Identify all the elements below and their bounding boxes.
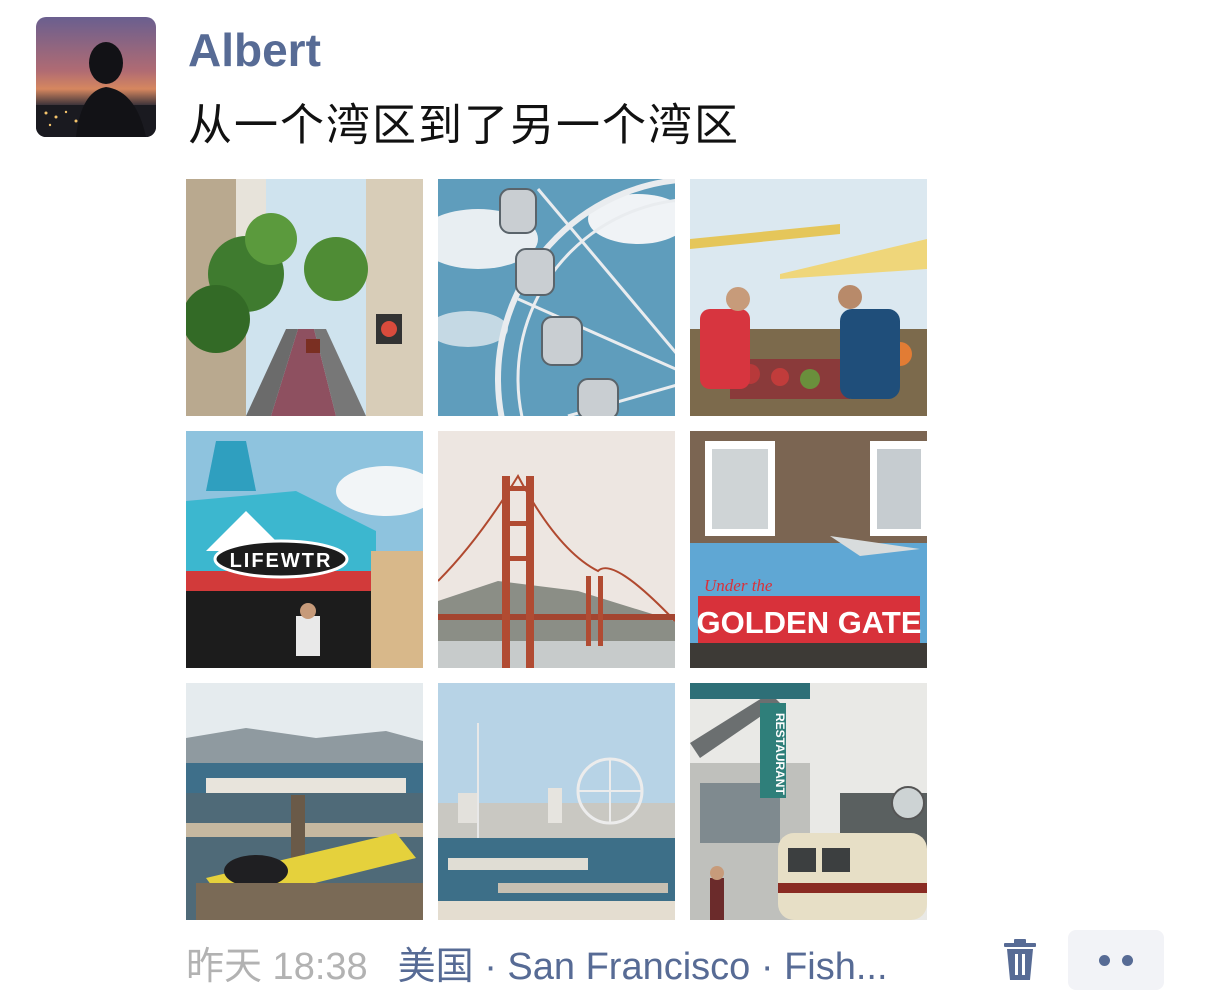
photo-ferris-wheel-closeup[interactable]	[438, 179, 675, 416]
photo-golden-gate-bridge[interactable]	[438, 431, 675, 668]
photo-marina-ferris-wheel[interactable]	[438, 683, 675, 920]
photo-street-hill[interactable]	[186, 179, 423, 416]
more-icon-dot	[1122, 954, 1133, 966]
photo-harbor-boats[interactable]	[186, 683, 423, 920]
post-text: 从一个湾区到了另一个湾区	[188, 101, 740, 150]
under-the-text: Under the	[704, 576, 773, 595]
golden-gate-sign-text: GOLDEN GATE	[696, 605, 921, 640]
trash-icon[interactable]	[1000, 938, 1040, 982]
lifewtr-sign: LIFEWTR	[230, 550, 333, 572]
timestamp: 昨天 18:38	[186, 945, 368, 988]
avatar-silhouette	[36, 42, 156, 137]
post-meta: 昨天 18:38 美国 · San Francisco · Fish...	[186, 936, 938, 988]
photo-golden-gate-sign[interactable]: Under the GOLDEN GATE	[690, 431, 927, 668]
more-button[interactable]	[1068, 930, 1164, 990]
location-link[interactable]: 美国 · San Francisco · Fish...	[398, 935, 938, 990]
restaurant-sign: RESTAURANT	[773, 713, 787, 795]
author-name[interactable]: Albert	[188, 24, 321, 76]
avatar[interactable]	[36, 17, 156, 137]
more-icon-dot	[1099, 954, 1110, 966]
photo-grid: LIFEWTR Under the GOLDEN GATE RESTAURANT	[186, 179, 927, 920]
moments-post: Albert 从一个湾区到了另一个湾区 LIFEWTR Under the GO…	[0, 0, 1206, 1008]
photo-carousel-lifewtr[interactable]: LIFEWTR	[186, 431, 423, 668]
photo-streetcar-restaurant[interactable]: RESTAURANT	[690, 683, 927, 920]
photo-market-vendors[interactable]	[690, 179, 927, 416]
